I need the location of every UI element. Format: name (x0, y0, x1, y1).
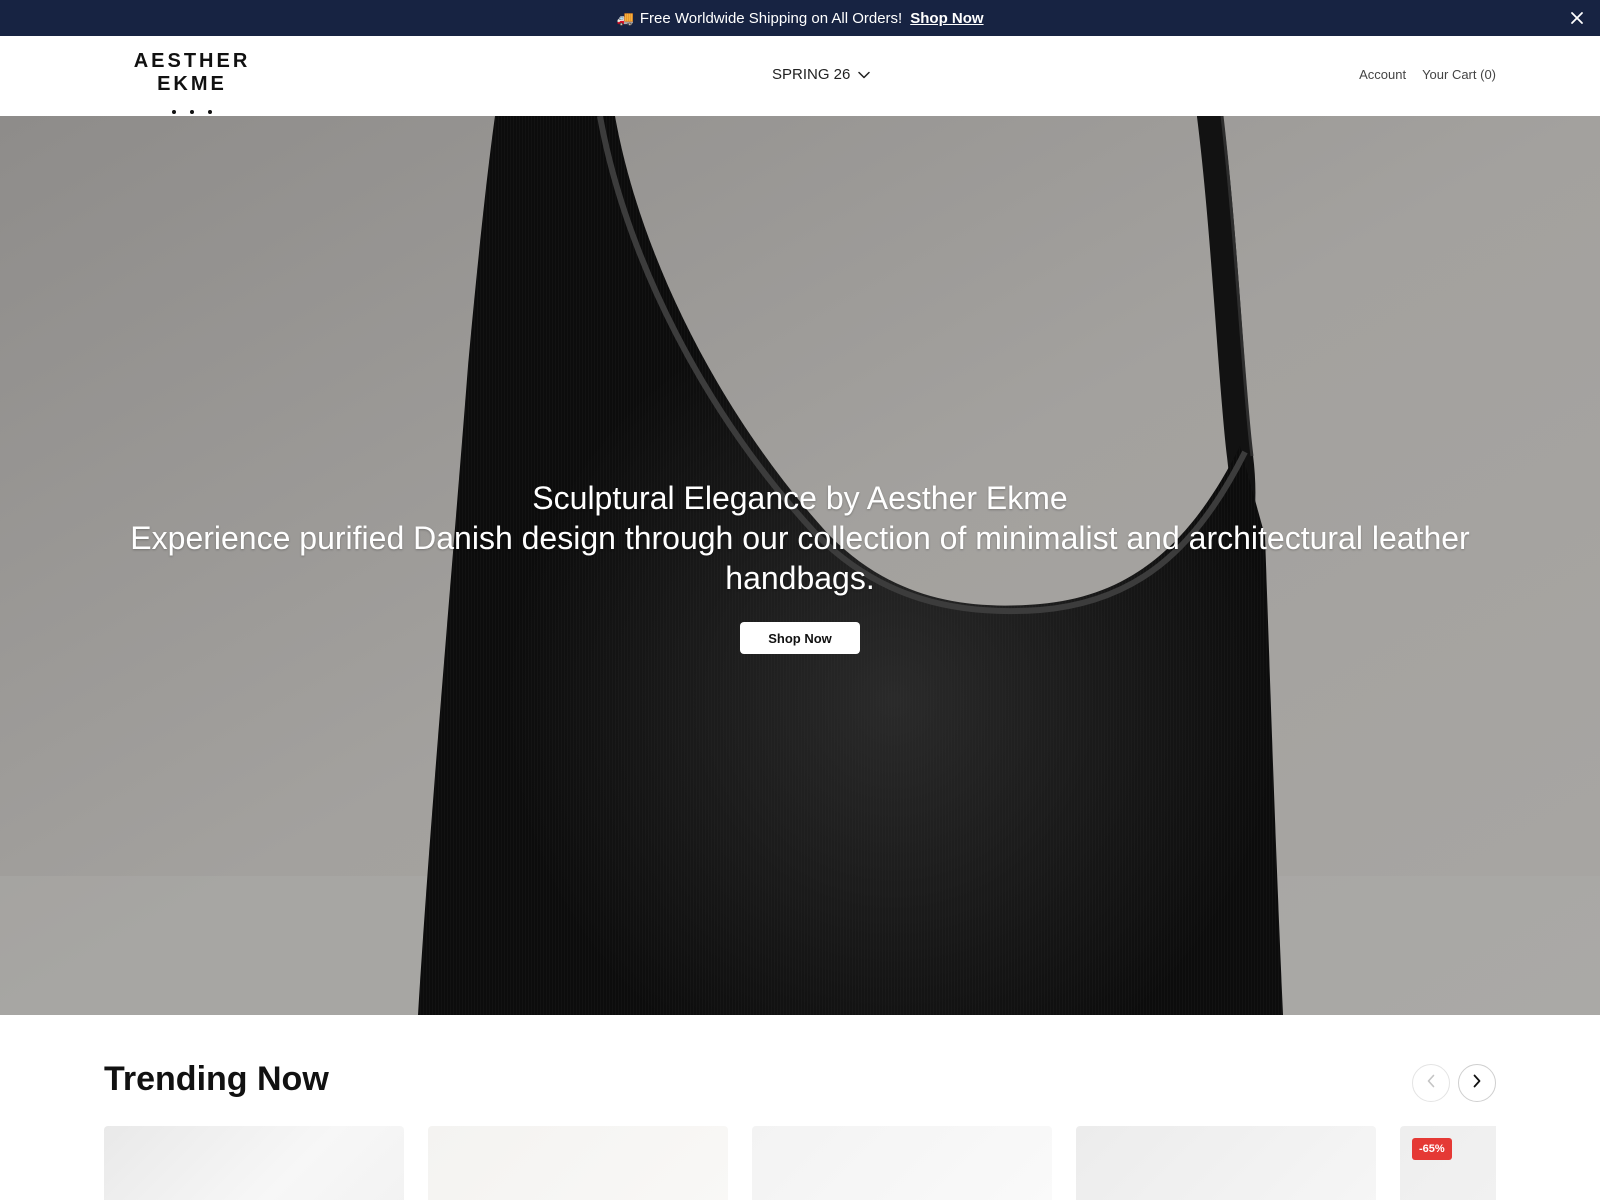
hero-subheadline: Experience purified Danish design throug… (130, 520, 1470, 596)
nav-spring-26-label: SPRING 26 (772, 66, 851, 83)
account-link[interactable]: Account (1359, 67, 1406, 82)
hero-banner: Sculptural Elegance by Aesther Ekme Expe… (0, 116, 1600, 1015)
sale-badge: -65% (1412, 1138, 1452, 1160)
hero-headline: Sculptural Elegance by Aesther Ekme (532, 480, 1068, 516)
announcement-shop-now-link[interactable]: Shop Now (910, 10, 983, 27)
site-header: AESTHER EKME SPRING 26 Account Your Cart… (0, 36, 1600, 116)
trending-title: Trending Now (104, 1060, 329, 1098)
chevron-down-icon (858, 66, 871, 83)
product-card[interactable] (428, 1126, 728, 1200)
header-links: Account Your Cart (0) (1359, 67, 1496, 82)
product-card[interactable]: -65% (1400, 1126, 1496, 1200)
logo[interactable]: AESTHER EKME (104, 50, 280, 114)
logo-wordmark: AESTHER EKME (133, 50, 251, 95)
carousel-prev-button[interactable] (1412, 1064, 1450, 1102)
product-card[interactable] (1076, 1126, 1376, 1200)
chevron-left-icon (1426, 1074, 1436, 1093)
chevron-right-icon (1472, 1074, 1482, 1093)
close-icon[interactable] (1568, 9, 1586, 27)
product-card[interactable] (104, 1126, 404, 1200)
product-card[interactable] (752, 1126, 1052, 1200)
announcement-text: Free Worldwide Shipping on All Orders! (639, 9, 903, 27)
carousel-next-button[interactable] (1458, 1064, 1496, 1102)
nav-spring-26-dropdown[interactable]: SPRING 26 (772, 66, 871, 83)
logo-dots (104, 110, 280, 114)
trending-carousel: -65% (104, 1126, 1496, 1200)
announcement-bar: 🚚 Free Worldwide Shipping on All Orders!… (0, 0, 1600, 36)
cart-link[interactable]: Your Cart (0) (1422, 67, 1496, 82)
truck-icon: 🚚 (616, 9, 634, 26)
hero-shop-now-button[interactable]: Shop Now (740, 622, 860, 654)
